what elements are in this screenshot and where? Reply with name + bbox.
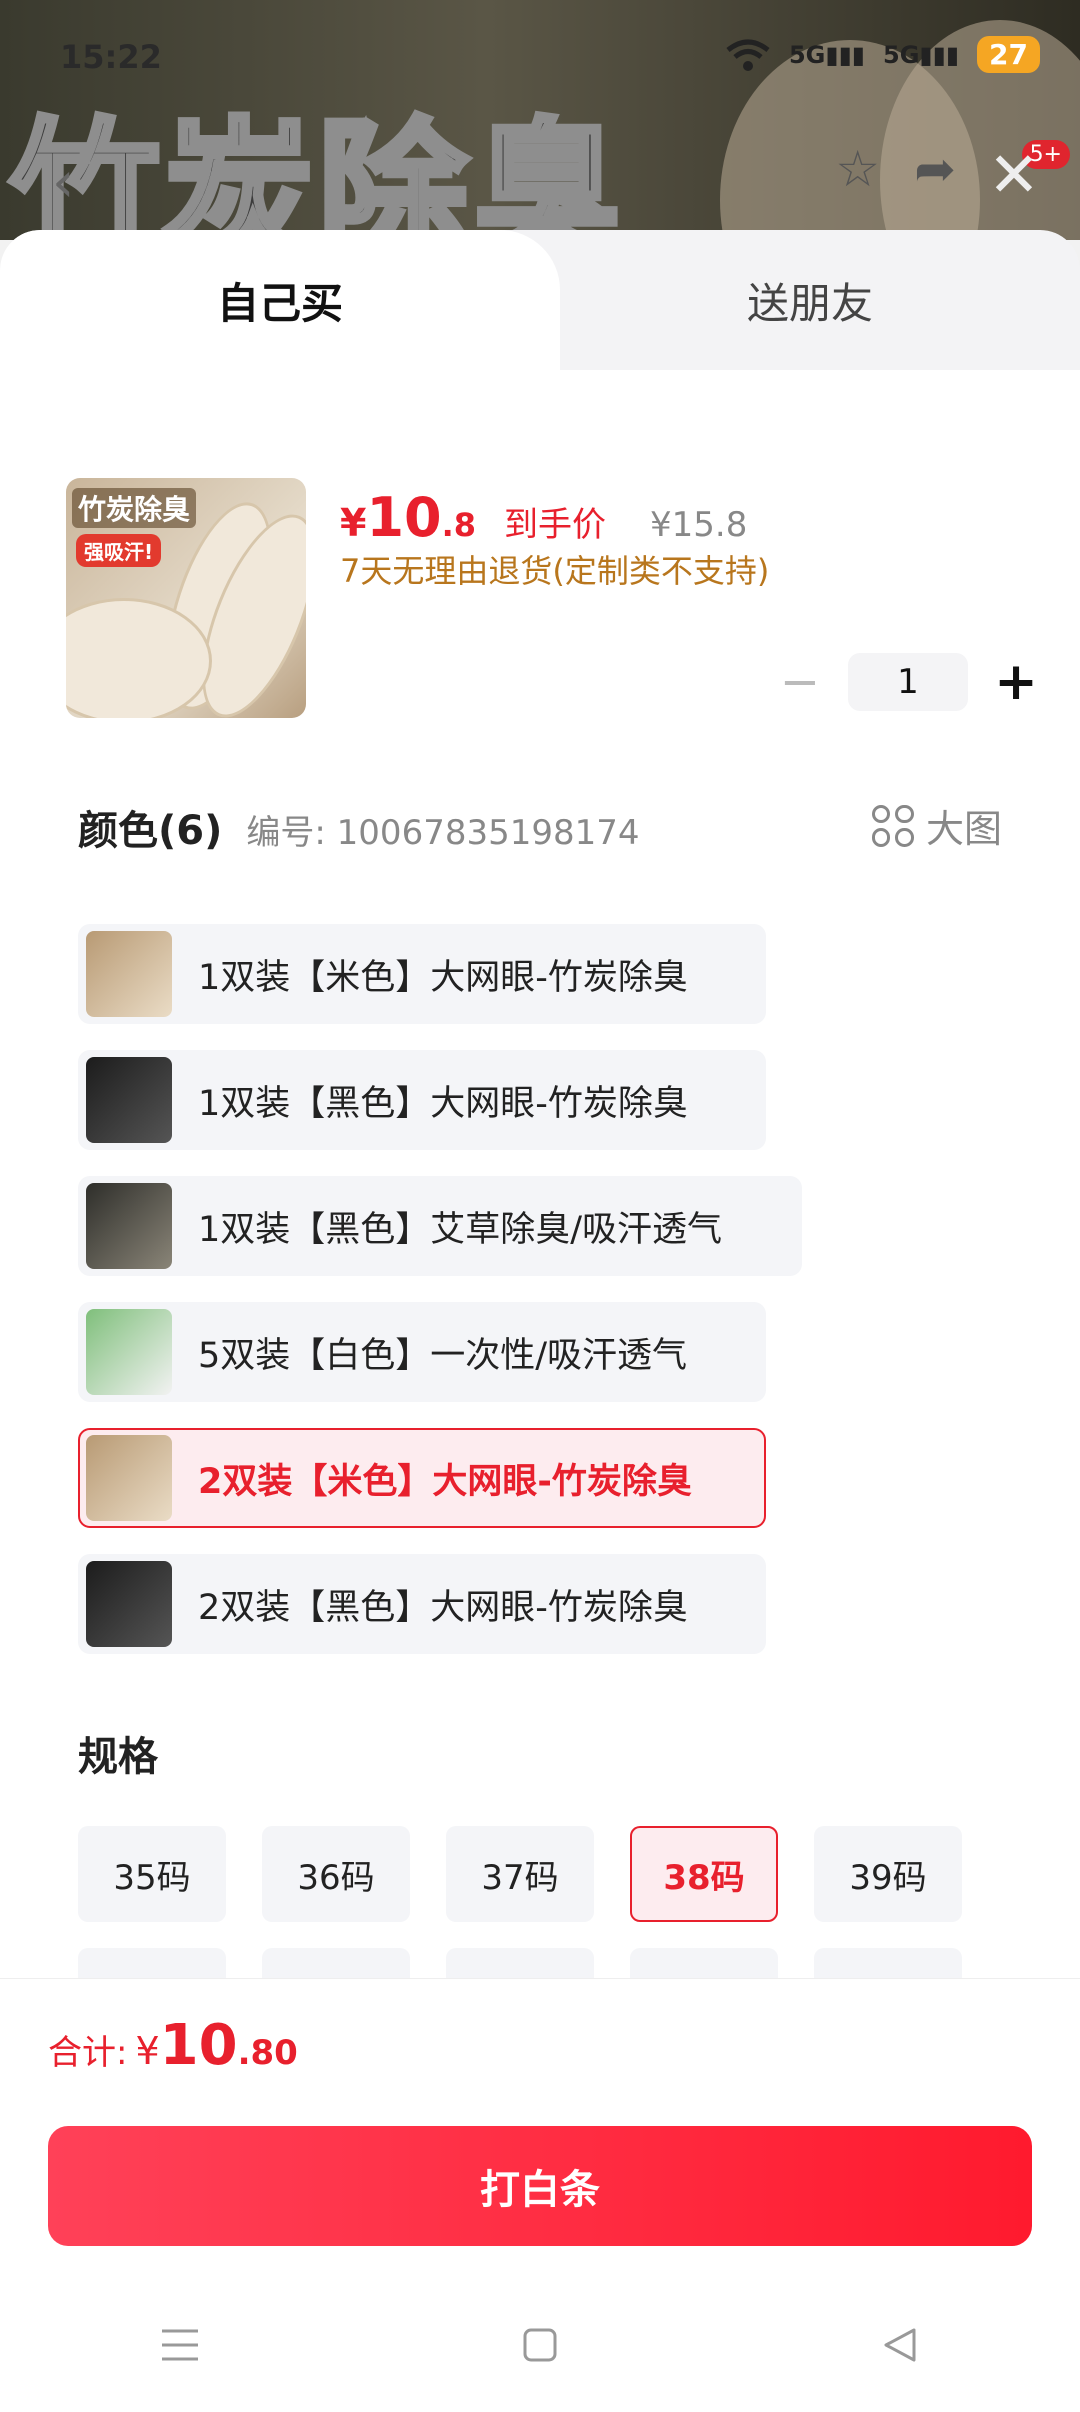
star-icon[interactable]: ☆ — [835, 140, 880, 198]
plus-icon[interactable]: + — [986, 652, 1046, 712]
option-thumbnail — [86, 931, 172, 1017]
color-option[interactable]: 1双装【黑色】艾草除臭/吸汗透气 — [78, 1176, 802, 1276]
banner-title: 竹炭除臭 — [7, 102, 627, 240]
price-decimal: .8 — [441, 506, 477, 544]
spec-title: 规格 — [78, 1734, 158, 1780]
total-symbol: ¥ — [135, 2029, 160, 2073]
signal-icon: 5G▮▮▮ — [883, 40, 960, 69]
share-icon[interactable]: ➦ — [914, 140, 956, 198]
product-thumbnail[interactable]: 竹炭除臭 强吸汗! — [66, 478, 306, 718]
back-nav-icon[interactable] — [870, 2315, 930, 2375]
status-icons: 5G▮▮▮ 5G▮▮▮ 27 — [725, 36, 1040, 73]
option-thumbnail — [86, 1183, 172, 1269]
color-option[interactable]: 2双装【黑色】大网眼-竹炭除臭 — [78, 1554, 766, 1654]
color-option[interactable]: 5双装【白色】一次性/吸汗透气 — [78, 1302, 766, 1402]
sku-number: 编号: 10067835198174 — [246, 813, 640, 853]
home-icon[interactable] — [510, 2315, 570, 2375]
option-thumbnail — [86, 1057, 172, 1143]
size-option[interactable]: 37码 — [446, 1826, 594, 1922]
minus-icon[interactable]: − — [770, 654, 830, 710]
color-option[interactable]: 1双装【黑色】大网眼-竹炭除臭 — [78, 1050, 766, 1150]
option-label: 1双装【黑色】艾草除臭/吸汗透气 — [198, 1209, 723, 1250]
wifi-icon — [726, 39, 770, 71]
tab-gift-friend[interactable]: 送朋友 — [540, 230, 1080, 370]
background-product-page: 竹炭除臭 15:22 5G▮▮▮ 5G▮▮▮ 27 ‹ ☆ ➦ 5+ ✕ — [0, 0, 1080, 240]
original-price: ¥15.8 — [650, 505, 748, 545]
color-header: 颜色(6) 编号: 10067835198174 — [78, 798, 640, 856]
pay-button[interactable]: 打白条 — [48, 2126, 1032, 2246]
color-title: 颜色(6) — [78, 808, 223, 854]
total-bar: 合计: ¥ 10 .80 — [0, 1978, 1080, 2113]
price-symbol: ¥ — [340, 501, 367, 545]
price-tag: 到手价 — [504, 505, 607, 545]
option-label: 2双装【黑色】大网眼-竹炭除臭 — [198, 1587, 688, 1628]
big-image-button[interactable]: 大图 — [871, 798, 1002, 853]
size-option[interactable]: 39码 — [814, 1826, 962, 1922]
product-card: 竹炭除臭 强吸汗! ¥ 10 .8 到手价 ¥15.8 7天无理由退货(定制类不… — [30, 426, 1050, 2044]
size-option[interactable]: 35码 — [78, 1826, 226, 1922]
option-thumbnail — [86, 1561, 172, 1647]
option-label: 1双装【米色】大网眼-竹炭除臭 — [198, 957, 688, 998]
thumbnail-title: 竹炭除臭 — [72, 488, 197, 528]
tab-buy-self[interactable]: 自己买 — [0, 230, 560, 370]
price-integer: 10 — [366, 486, 442, 549]
big-image-label: 大图 — [925, 807, 1002, 851]
total-decimal: .80 — [237, 2033, 298, 2073]
size-option-selected[interactable]: 38码 — [630, 1826, 778, 1922]
return-policy: 7天无理由退货(定制类不支持) — [340, 552, 770, 590]
option-thumbnail — [86, 1435, 172, 1521]
quantity-input[interactable]: 1 — [848, 653, 968, 711]
purchase-tabs: 送朋友 自己买 — [0, 230, 1080, 370]
color-option[interactable]: 1双装【米色】大网眼-竹炭除臭 — [78, 924, 766, 1024]
quantity-stepper: − 1 + — [770, 652, 1046, 712]
thumbnail-tag: 强吸汗! — [76, 534, 162, 567]
system-nav-bar — [0, 2300, 1080, 2390]
status-time: 15:22 — [60, 38, 162, 76]
close-icon[interactable]: ✕ — [988, 138, 1040, 211]
size-option[interactable]: 36码 — [262, 1826, 410, 1922]
option-label: 2双装【米色】大网眼-竹炭除臭 — [198, 1461, 692, 1502]
option-label: 1双装【黑色】大网眼-竹炭除臭 — [198, 1083, 688, 1124]
total-integer: 10 — [159, 2013, 238, 2078]
signal-icon: 5G▮▮▮ — [788, 40, 865, 69]
total-label: 合计: — [48, 2033, 128, 2073]
option-label: 5双装【白色】一次性/吸汗透气 — [198, 1335, 688, 1376]
battery-icon: 27 — [977, 36, 1040, 73]
back-icon[interactable]: ‹ — [52, 150, 74, 215]
price-row: ¥ 10 .8 到手价 ¥15.8 — [340, 486, 747, 549]
total-price: 合计: ¥ 10 .80 — [48, 2013, 298, 2078]
menu-icon[interactable] — [150, 2315, 210, 2375]
option-thumbnail — [86, 1309, 172, 1395]
grid-icon — [871, 804, 914, 847]
color-option-selected[interactable]: 2双装【米色】大网眼-竹炭除臭 — [78, 1428, 766, 1528]
